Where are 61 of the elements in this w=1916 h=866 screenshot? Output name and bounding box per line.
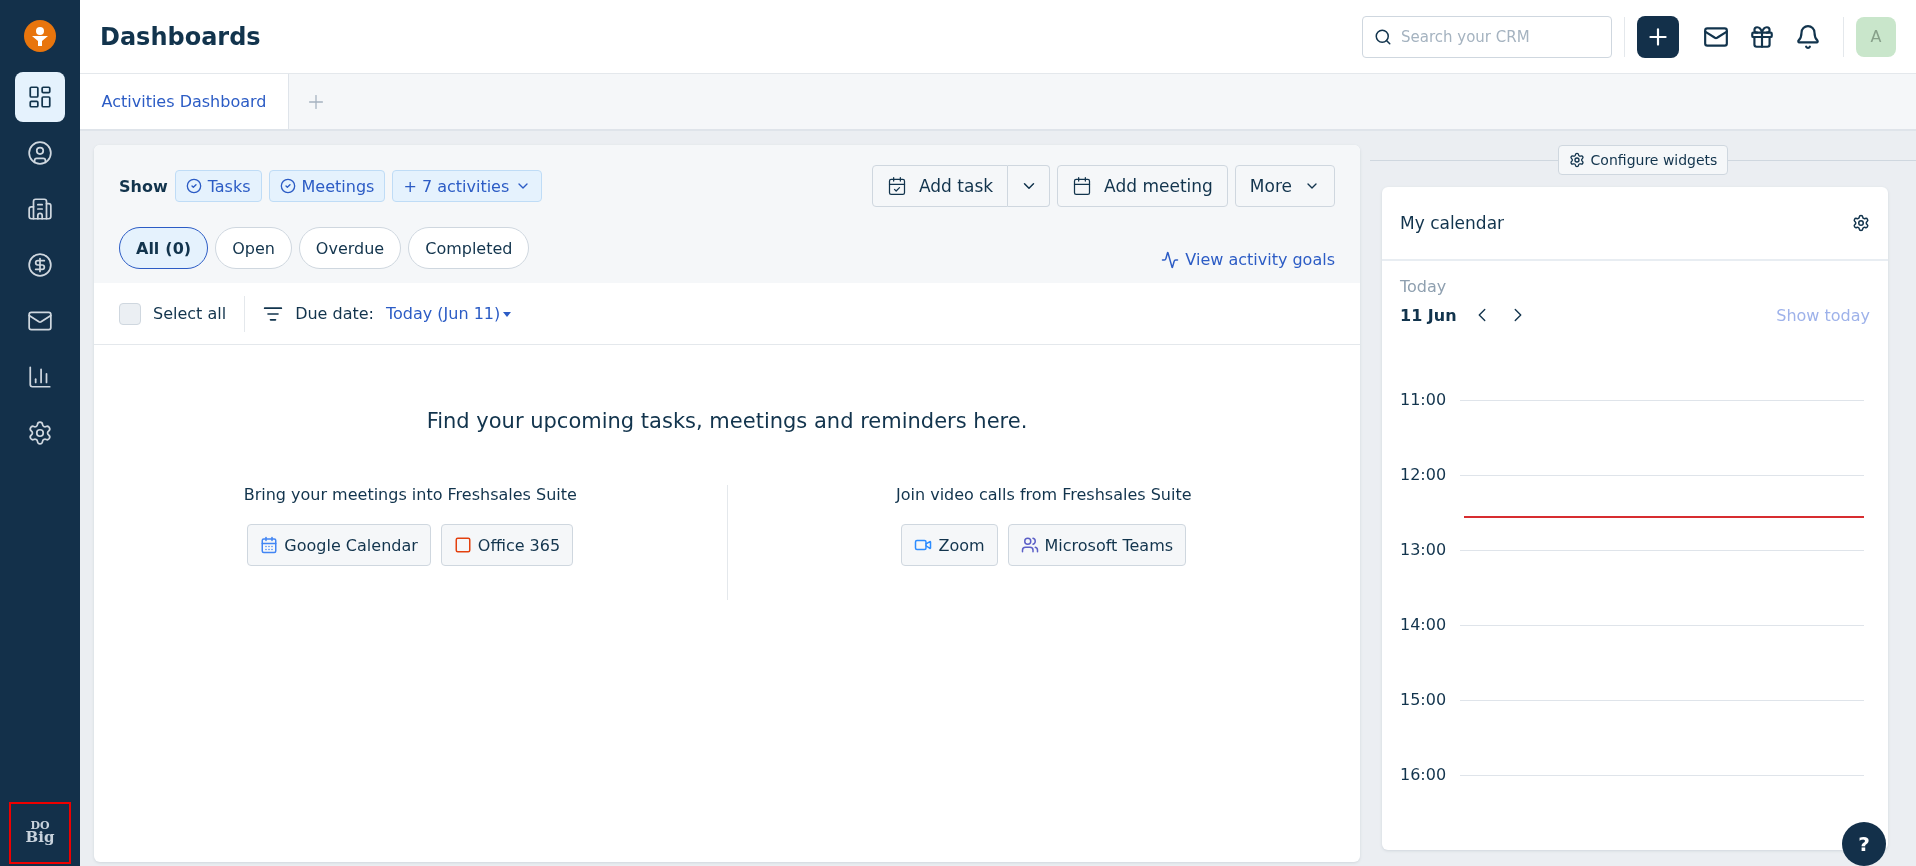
- pulse-icon: [1161, 250, 1180, 269]
- gift-icon: [1749, 23, 1775, 50]
- status-tab[interactable]: Overdue: [298, 227, 402, 269]
- integration-title: Bring your meetings into Freshsales Suite: [243, 485, 577, 504]
- settings-icon: [1568, 152, 1585, 168]
- people-icon: [1020, 536, 1039, 554]
- hour-label: 11:00: [1400, 390, 1444, 409]
- bell-icon: [1795, 23, 1821, 50]
- building-icon: [27, 196, 53, 222]
- settings-icon[interactable]: [1852, 214, 1870, 232]
- dollar-icon: [27, 252, 53, 278]
- integration-button[interactable]: Office 365: [440, 524, 574, 566]
- settings-icon: [27, 420, 53, 446]
- brand-logo[interactable]: [24, 20, 56, 52]
- calendar-date: 11 Jun: [1400, 305, 1457, 325]
- hour-label: 13:00: [1400, 540, 1444, 559]
- calendar-title: My calendar: [1400, 213, 1505, 233]
- activity-filter-chip[interactable]: + 7 activities: [392, 170, 543, 202]
- search-icon: [1374, 27, 1392, 46]
- empty-state-heading: Find your upcoming tasks, meetings and reminders here.: [426, 409, 1028, 433]
- show-label: Show: [119, 176, 168, 196]
- dashboard-tab[interactable]: Activities Dashboard: [80, 74, 289, 129]
- check-circle-icon: [185, 178, 202, 194]
- view-activity-goals-link[interactable]: View activity goals: [1161, 250, 1335, 269]
- due-date-label: Due date:: [295, 304, 374, 323]
- page-title: Dashboards: [100, 22, 262, 51]
- calendar-check-icon: [887, 176, 907, 196]
- sidebar-item[interactable]: [15, 72, 65, 122]
- hour-label: 12:00: [1400, 465, 1444, 484]
- calendar-icon: [1072, 176, 1093, 196]
- activity-filter-chip[interactable]: Tasks: [174, 170, 262, 202]
- select-all-label: Select all: [153, 304, 227, 323]
- select-all-checkbox[interactable]: [119, 302, 141, 325]
- bar-chart-icon: [27, 364, 53, 390]
- mail-icon: [27, 308, 53, 334]
- integration-button[interactable]: Microsoft Teams: [1007, 524, 1187, 566]
- dashboard-icon: [27, 84, 53, 110]
- calendar-icon: [260, 536, 279, 554]
- activity-filter-chip[interactable]: Meetings: [268, 170, 386, 202]
- user-icon: [27, 140, 53, 166]
- today-label: Today: [1399, 276, 1448, 296]
- logo: DO Big: [9, 802, 71, 864]
- status-tab[interactable]: All (0): [119, 227, 209, 269]
- status-tab[interactable]: Completed: [408, 227, 530, 269]
- hour-label: 14:00: [1400, 615, 1444, 634]
- help-button[interactable]: ?: [1842, 822, 1886, 866]
- hour-label: 15:00: [1400, 690, 1444, 709]
- hour-label: 16:00: [1400, 765, 1444, 784]
- due-date-dropdown[interactable]: Today (Jun 11): [386, 304, 515, 323]
- search-field[interactable]: Search your CRM: [1362, 15, 1612, 58]
- add-meeting-button[interactable]: Add meeting: [1057, 165, 1228, 207]
- status-tab[interactable]: Open: [215, 227, 292, 269]
- square-icon: [453, 536, 472, 554]
- check-circle-icon: [279, 178, 296, 194]
- add-task-button[interactable]: Add task: [872, 165, 1009, 207]
- integration-button[interactable]: Google Calendar: [247, 524, 431, 566]
- more-button[interactable]: More: [1234, 165, 1335, 207]
- configure-widgets-button[interactable]: Configure widgets: [1557, 145, 1729, 175]
- integration-title: Join video calls from Freshsales Suite: [896, 485, 1192, 504]
- integration-button[interactable]: Zoom: [901, 524, 998, 566]
- add-button[interactable]: [1637, 15, 1679, 58]
